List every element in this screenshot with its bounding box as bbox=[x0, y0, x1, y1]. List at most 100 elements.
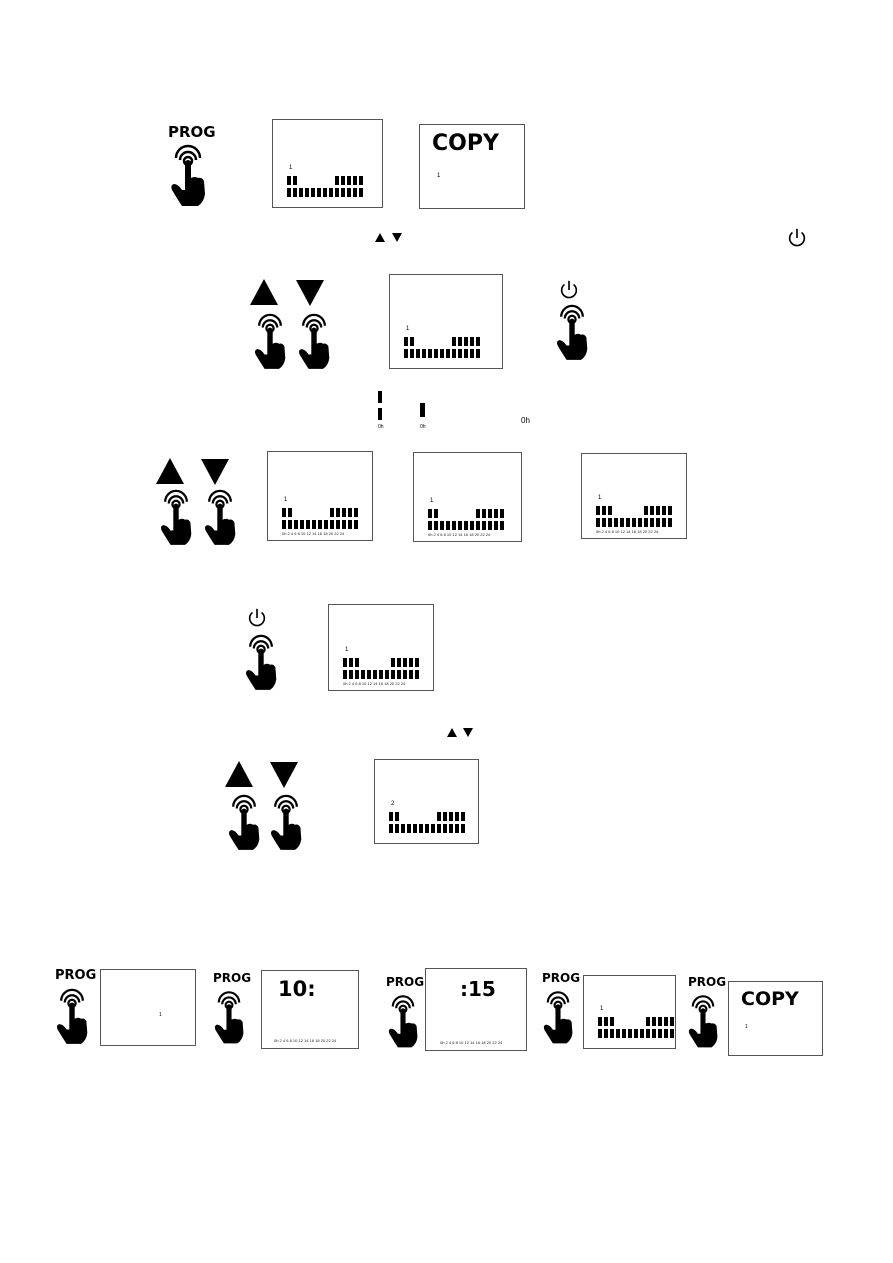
time-segment-on bbox=[341, 188, 345, 197]
minute-value: :15 bbox=[460, 977, 496, 1001]
time-segment-on bbox=[353, 188, 357, 197]
time-segment-on bbox=[670, 1017, 674, 1026]
hand-press-icon[interactable] bbox=[252, 313, 288, 369]
time-segment-off bbox=[306, 508, 310, 517]
hand-press-icon[interactable] bbox=[686, 994, 720, 1048]
hand-press-icon[interactable] bbox=[202, 489, 238, 545]
time-segment-on bbox=[608, 506, 612, 515]
hour-scale: 0h 2 4 6 8 10 12 14 16 18 20 22 24 bbox=[343, 681, 406, 686]
time-segment-off bbox=[446, 509, 450, 518]
time-segment-on bbox=[461, 812, 465, 821]
time-segment-on bbox=[395, 812, 399, 821]
time-segment-on bbox=[458, 337, 462, 346]
copy-text: COPY bbox=[432, 131, 499, 156]
time-segment-on bbox=[373, 670, 377, 679]
hand-press-icon[interactable] bbox=[243, 634, 279, 690]
hand-press-icon[interactable] bbox=[226, 794, 262, 850]
time-segment-on bbox=[401, 824, 405, 833]
program-bar-graph: 1 0h 2 4 6 8 10 12 14 16 18 20 22 24 bbox=[596, 495, 672, 534]
hand-press-icon[interactable] bbox=[268, 794, 304, 850]
time-segment-off bbox=[407, 812, 411, 821]
triangle-down-icon bbox=[270, 762, 298, 788]
time-segment-on bbox=[658, 1017, 662, 1026]
hand-press-icon[interactable] bbox=[541, 990, 575, 1044]
time-segment-on bbox=[494, 509, 498, 518]
time-segment-on bbox=[482, 509, 486, 518]
time-segment-on bbox=[658, 1029, 662, 1038]
time-segment-on bbox=[361, 670, 365, 679]
day-number: 1 bbox=[406, 326, 410, 332]
time-segment-on bbox=[434, 349, 438, 358]
triangle-up-icon bbox=[156, 458, 184, 484]
hand-press-icon[interactable] bbox=[54, 988, 90, 1044]
time-segment-on bbox=[342, 508, 346, 517]
time-segment-on bbox=[395, 824, 399, 833]
time-segment-on bbox=[500, 509, 504, 518]
time-segment-on bbox=[336, 508, 340, 517]
hour-scale: 0h 2 4 6 8 10 12 14 16 18 20 22 24 bbox=[274, 1038, 337, 1043]
time-segment-on bbox=[354, 520, 358, 529]
triangle-down-icon bbox=[201, 459, 229, 485]
bar-row-bottom bbox=[428, 521, 504, 530]
bar-row-top bbox=[598, 1017, 674, 1026]
time-segment-on bbox=[452, 521, 456, 530]
time-segment-off bbox=[373, 658, 377, 667]
lcd-display-blank: 1 bbox=[100, 969, 196, 1046]
time-segment-on bbox=[670, 1029, 674, 1038]
time-segment-on bbox=[403, 670, 407, 679]
time-segment-on bbox=[500, 521, 504, 530]
time-segment-on bbox=[312, 520, 316, 529]
time-segment-off bbox=[317, 176, 321, 185]
day-number: 1 bbox=[437, 173, 441, 179]
time-segment-on bbox=[359, 188, 363, 197]
triangle-down-icon bbox=[463, 728, 473, 737]
time-segment-on bbox=[431, 824, 435, 833]
time-segment-on bbox=[324, 520, 328, 529]
time-segment-off bbox=[422, 337, 426, 346]
time-segment-on bbox=[341, 176, 345, 185]
program-bar-graph: 1 bbox=[598, 1006, 674, 1038]
hand-press-icon[interactable] bbox=[296, 313, 332, 369]
time-segment-on bbox=[294, 520, 298, 529]
time-segment-on bbox=[652, 1017, 656, 1026]
time-segment-on bbox=[664, 1029, 668, 1038]
time-segment-on bbox=[349, 658, 353, 667]
power-icon bbox=[246, 606, 268, 630]
time-segment-off bbox=[614, 506, 618, 515]
time-segment-on bbox=[449, 824, 453, 833]
time-segment-on bbox=[311, 188, 315, 197]
hand-press-icon[interactable] bbox=[386, 994, 420, 1048]
time-segment-off bbox=[299, 176, 303, 185]
time-segment-on bbox=[610, 1017, 614, 1026]
time-segment-on bbox=[323, 188, 327, 197]
time-segment-off bbox=[458, 509, 462, 518]
time-segment-on bbox=[428, 521, 432, 530]
time-segment-off bbox=[464, 509, 468, 518]
time-segment-on bbox=[656, 506, 660, 515]
time-segment-off bbox=[318, 508, 322, 517]
program-bar-graph: 1 0h 2 4 6 8 10 12 14 16 18 20 22 24 bbox=[428, 498, 504, 537]
time-segment-off bbox=[329, 176, 333, 185]
time-segment-off bbox=[622, 1017, 626, 1026]
hand-press-icon[interactable] bbox=[554, 304, 590, 360]
power-icon bbox=[558, 278, 580, 302]
time-segment-on bbox=[464, 521, 468, 530]
time-segment-on bbox=[391, 670, 395, 679]
hand-press-icon[interactable] bbox=[212, 990, 246, 1044]
triangle-down-icon bbox=[392, 233, 402, 242]
time-segment-off bbox=[312, 508, 316, 517]
bar-row-top bbox=[596, 506, 672, 515]
bar-row-top bbox=[343, 658, 419, 667]
lcd-display-hour: 10: 0h 2 4 6 8 10 12 14 16 18 20 22 24 bbox=[261, 970, 359, 1049]
time-segment-on bbox=[287, 176, 291, 185]
time-segment-on bbox=[644, 518, 648, 527]
hand-press-icon[interactable] bbox=[168, 144, 208, 206]
prog-button-label: PROG bbox=[542, 971, 581, 985]
time-segment-on bbox=[335, 176, 339, 185]
bar-row-bottom bbox=[598, 1029, 674, 1038]
time-segment-on bbox=[379, 670, 383, 679]
bar-row-top bbox=[287, 176, 363, 185]
time-segment-on bbox=[385, 670, 389, 679]
time-segment-on bbox=[347, 176, 351, 185]
hand-press-icon[interactable] bbox=[158, 489, 194, 545]
